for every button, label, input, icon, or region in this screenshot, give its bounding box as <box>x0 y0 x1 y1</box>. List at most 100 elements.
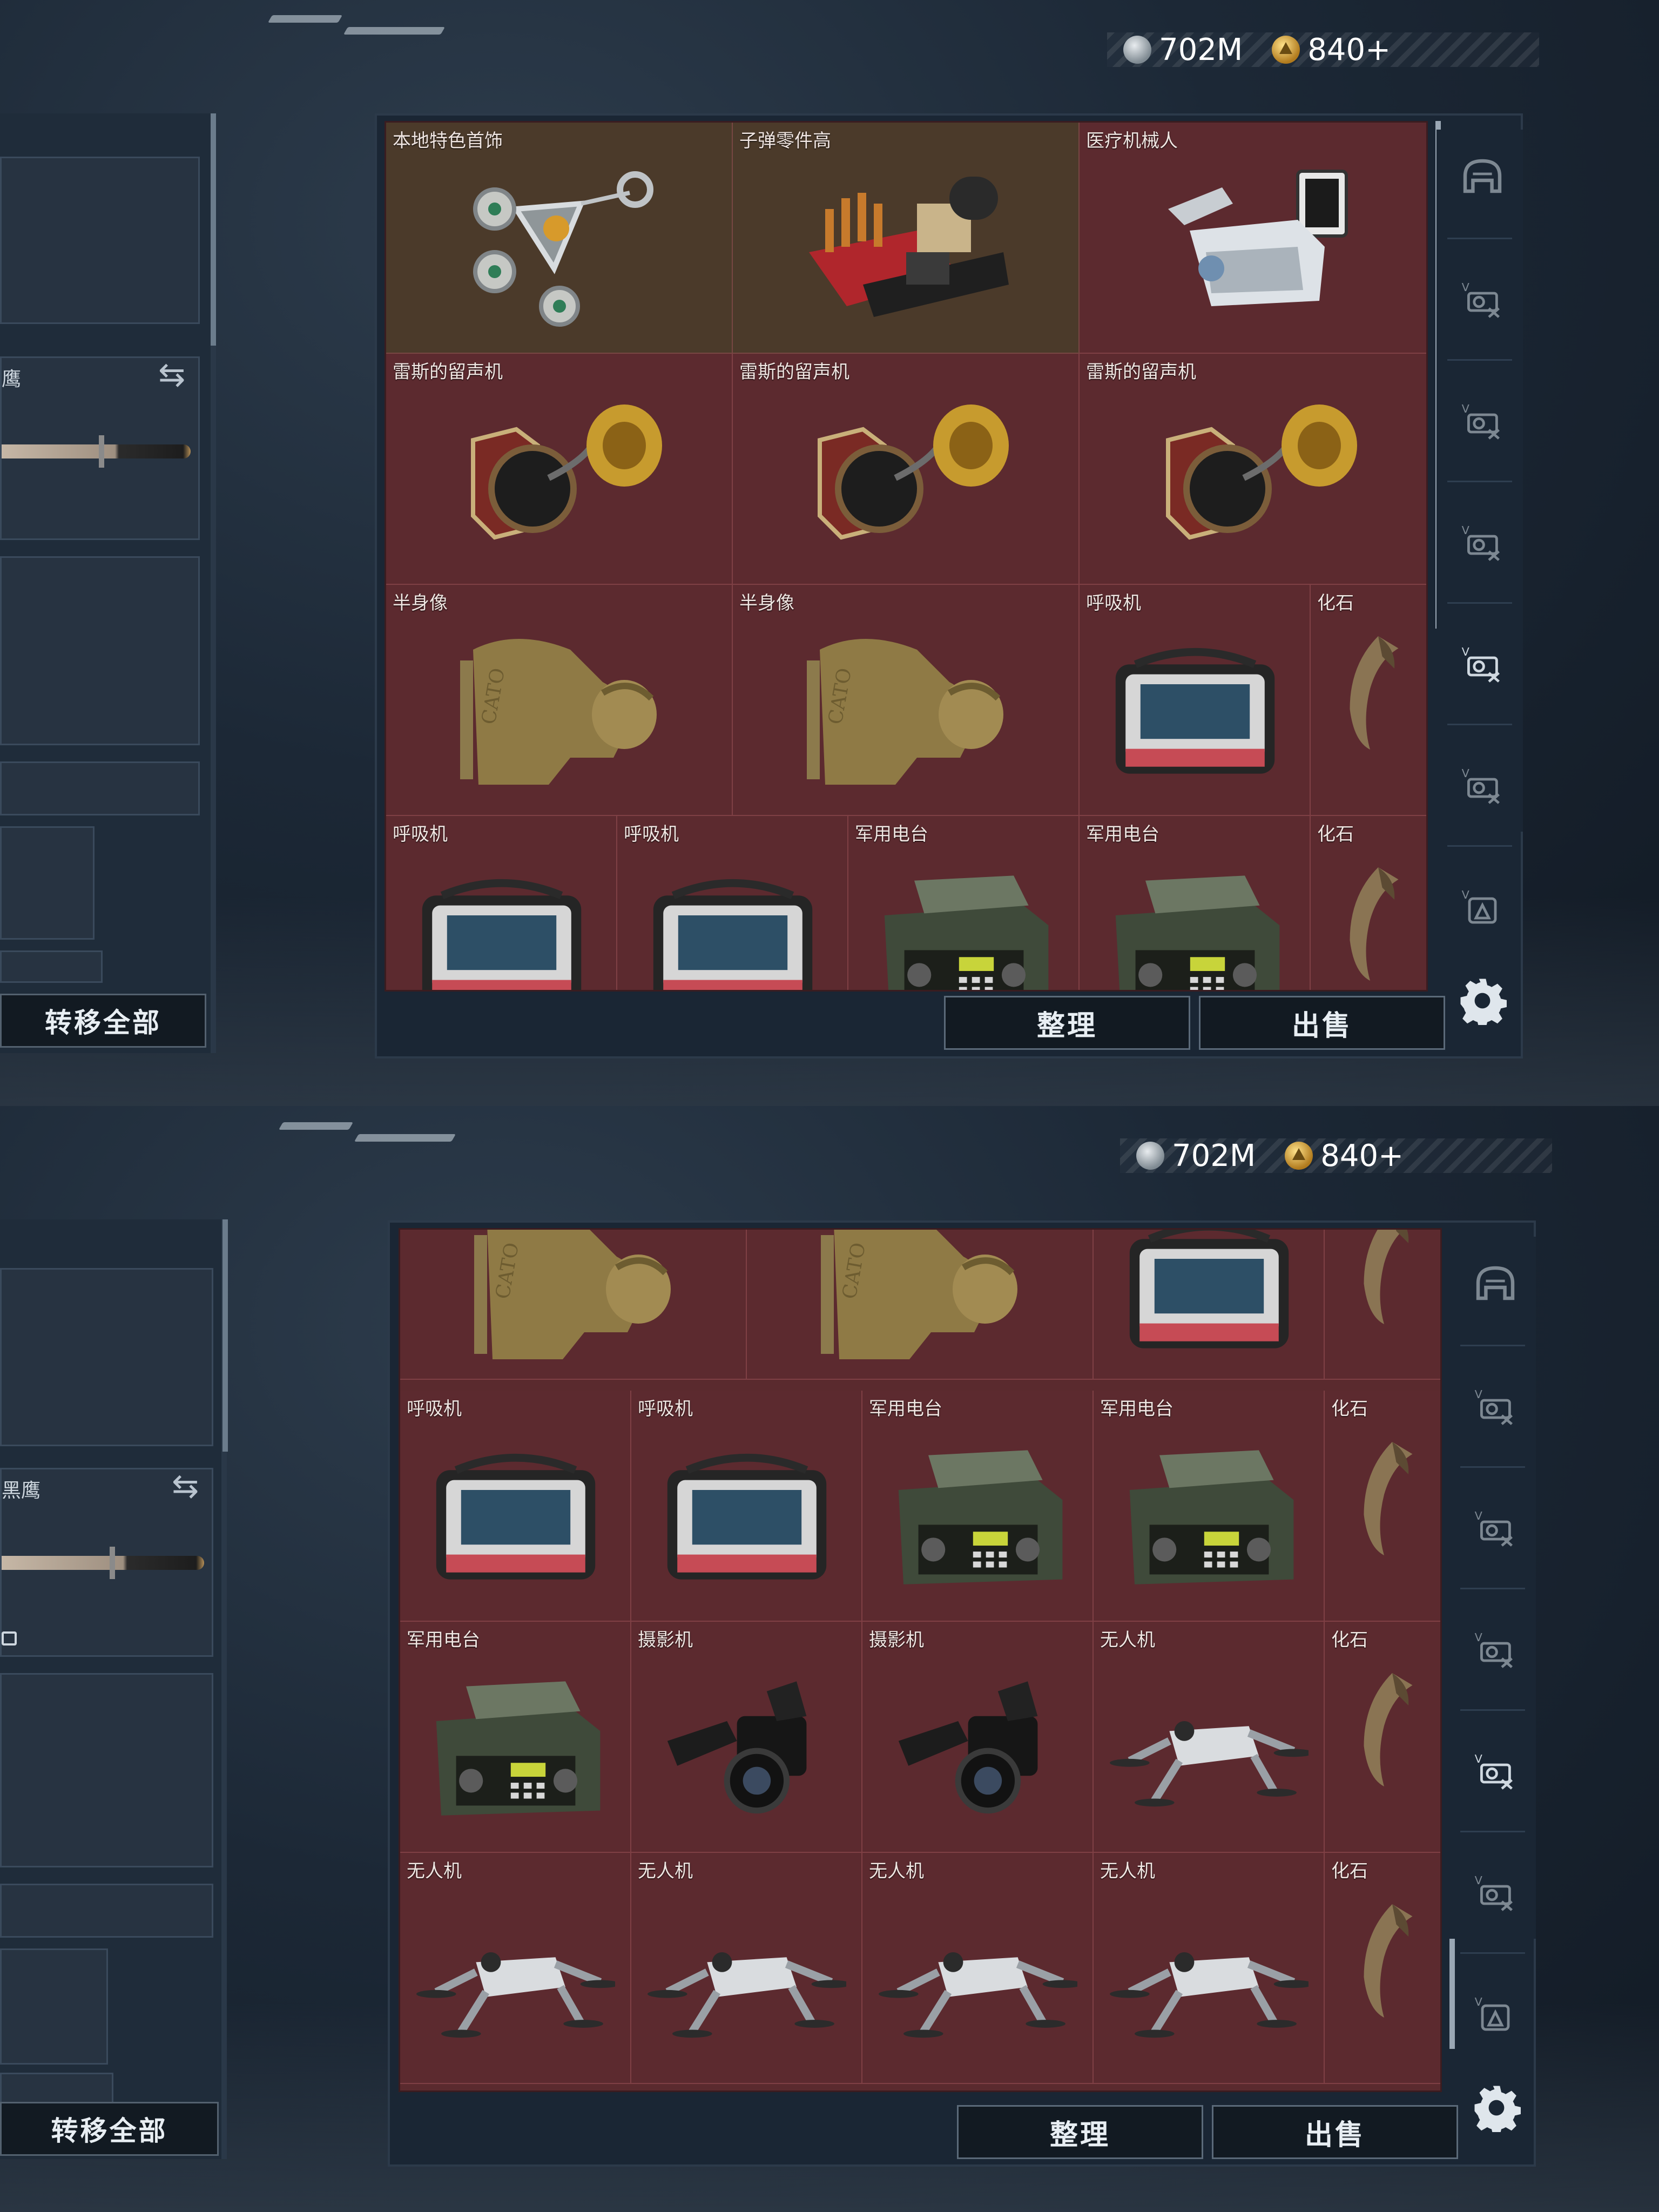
stash-item[interactable]: 无人机 <box>1094 1622 1325 1853</box>
helmet-icon[interactable] <box>1471 1264 1520 1307</box>
stash-item[interactable]: 军用电台 <box>1094 1391 1325 1622</box>
stash-item[interactable] <box>1094 1230 1325 1380</box>
gear-icon[interactable] <box>1458 976 1507 1025</box>
armor-slot[interactable] <box>0 556 200 745</box>
rig-slot[interactable] <box>0 1884 213 1938</box>
vehicle-icon[interactable] <box>1471 1507 1520 1550</box>
stash-item[interactable]: 本地特色首饰 <box>386 123 733 354</box>
pistol-slot[interactable] <box>0 1268 213 1446</box>
stash-item[interactable]: 无人机 <box>862 1853 1094 2084</box>
vehicle-icon[interactable] <box>1471 1628 1520 1671</box>
stash-item[interactable]: 半身像 <box>386 585 733 816</box>
vehicle-icon[interactable] <box>1471 1750 1520 1793</box>
stash-item[interactable]: 化石 <box>1325 1853 1440 2084</box>
stash-item[interactable]: 军用电台 <box>862 1391 1094 1622</box>
stash-item[interactable]: 呼吸机 <box>1080 585 1311 816</box>
vehicle-icon[interactable] <box>1458 400 1507 443</box>
stash-item[interactable]: 医疗机械人 <box>1080 123 1426 354</box>
stash-item[interactable] <box>1325 1230 1440 1380</box>
stash-item[interactable]: 摄影机 <box>862 1622 1094 1853</box>
lock-icon <box>2 1631 17 1645</box>
stash-item[interactable]: 军用电台 <box>400 1622 631 1853</box>
knife-guard <box>99 435 104 468</box>
stash-item[interactable]: 呼吸机 <box>631 1391 862 1622</box>
stash-item[interactable]: 无人机 <box>631 1853 862 2084</box>
ventilator-icon <box>1096 628 1294 790</box>
swap-icon[interactable]: ⇆ <box>172 1467 199 1505</box>
tab-divider <box>1447 238 1512 239</box>
stash-item[interactable]: 军用电台 <box>1080 816 1311 990</box>
stash-item[interactable]: 呼吸机 <box>400 1391 631 1622</box>
rig-slot[interactable] <box>0 761 200 815</box>
stash-item[interactable] <box>400 1230 747 1380</box>
vehicle-icon[interactable] <box>1458 764 1507 807</box>
sell-button[interactable]: 出售 <box>1212 2105 1458 2159</box>
radio-icon <box>1110 1434 1309 1596</box>
stash-item[interactable]: 半身像 <box>733 585 1080 816</box>
stash-item[interactable]: 雷斯的留声机 <box>733 354 1080 585</box>
drone-icon <box>1110 1665 1309 1827</box>
stash-item[interactable]: 呼吸机 <box>386 816 617 992</box>
sort-button[interactable]: 整理 <box>944 996 1190 1050</box>
stash-grid[interactable]: 本地特色首饰 子弹零件高 医疗机械人 雷斯的留声机 雷斯的留声机 雷斯的留声机 半身像 半身像… <box>385 121 1428 992</box>
gold-balance[interactable]: 840+ <box>1307 32 1391 68</box>
gear-icon[interactable] <box>1472 2083 1521 2132</box>
left-scrollbar[interactable] <box>222 1219 228 1452</box>
stash-item[interactable]: 军用电台 <box>848 816 1080 990</box>
stash-item-label: 雷斯的留声机 <box>1086 361 1196 383</box>
stash-grid[interactable]: 呼吸机 呼吸机 军用电台 军用电台 化石 军用电台 摄影机 摄影机 无人机 化石 无人机 无人机 无人机… <box>399 1228 1442 2092</box>
stash-item[interactable]: 化石 <box>1325 1391 1440 1622</box>
stash-item[interactable] <box>747 1230 1094 1380</box>
currency-bar: 702M 840+ <box>1107 32 1539 68</box>
stash-item[interactable]: 摄影机 <box>631 1622 862 1853</box>
swap-icon[interactable]: ⇆ <box>158 356 185 394</box>
melee-slot[interactable]: 黑鹰 ⇆ <box>0 1467 213 1657</box>
necklace-icon <box>451 166 667 328</box>
vehicle-icon[interactable] <box>1471 1871 1520 1914</box>
vehicle-icon[interactable] <box>1458 278 1507 321</box>
vehicle-icon[interactable] <box>1458 643 1507 686</box>
bust-icon <box>798 628 1014 790</box>
stash-item[interactable]: 无人机 <box>1094 1853 1325 2084</box>
stash-item[interactable]: 雷斯的留声机 <box>1080 354 1426 585</box>
stash-item[interactable]: 化石 <box>1311 816 1426 990</box>
melee-slot[interactable]: 鹰 ⇆ <box>0 356 200 540</box>
stash-item[interactable]: 化石 <box>1325 1622 1440 1853</box>
ventilator-icon <box>402 859 601 992</box>
screenshot-bottom: 702M 840+ 黑鹰 ⇆ 转移全部 呼吸机 呼吸机 军用电台 军用电台 化石 军用电台… <box>0 1106 1659 2212</box>
stash-item[interactable]: 呼吸机 <box>617 816 848 990</box>
backpack-icon[interactable] <box>1458 886 1507 929</box>
container-tabs <box>1449 1237 1536 1939</box>
backpack-icon[interactable] <box>1471 1993 1520 2036</box>
ventilator-icon <box>648 1434 846 1596</box>
pistol-slot[interactable] <box>0 157 200 324</box>
tab-divider <box>1447 359 1512 361</box>
stash-item[interactable]: 雷斯的留声机 <box>386 354 733 585</box>
camera-icon <box>648 1665 846 1827</box>
armor-slot[interactable] <box>0 1673 213 1867</box>
gold-balance[interactable]: 840+ <box>1320 1138 1404 1174</box>
stash-item[interactable]: 子弹零件高 <box>733 123 1080 354</box>
stash-item[interactable]: 无人机 <box>400 1853 631 2084</box>
sell-button[interactable]: 出售 <box>1199 996 1445 1050</box>
stash-item[interactable]: 化石 <box>1311 585 1426 816</box>
transfer-all-button[interactable]: 转移全部 <box>0 2102 219 2156</box>
silver-balance: 702M <box>1159 32 1243 68</box>
helmet-icon[interactable] <box>1458 157 1507 200</box>
stash-item-label: 雷斯的留声机 <box>393 361 503 383</box>
left-scrollbar[interactable] <box>211 113 216 346</box>
silver-balance: 702M <box>1172 1138 1256 1174</box>
melee-weapon-name: 黑鹰 <box>2 1480 41 1502</box>
pouch-slot[interactable] <box>0 1948 108 2065</box>
extra-slot[interactable] <box>0 2073 113 2105</box>
ammo-parts-icon <box>798 166 1014 328</box>
vehicle-icon[interactable] <box>1471 1385 1520 1428</box>
transfer-all-button[interactable]: 转移全部 <box>0 994 206 1048</box>
pouch-slot[interactable] <box>0 826 95 940</box>
vehicle-icon[interactable] <box>1458 521 1507 564</box>
extra-slot[interactable] <box>0 950 103 983</box>
drone-icon <box>648 1896 846 2058</box>
gold-coin-icon <box>1272 36 1300 64</box>
sort-button[interactable]: 整理 <box>957 2105 1203 2159</box>
stash-item-label: 军用电台 <box>407 1629 480 1651</box>
